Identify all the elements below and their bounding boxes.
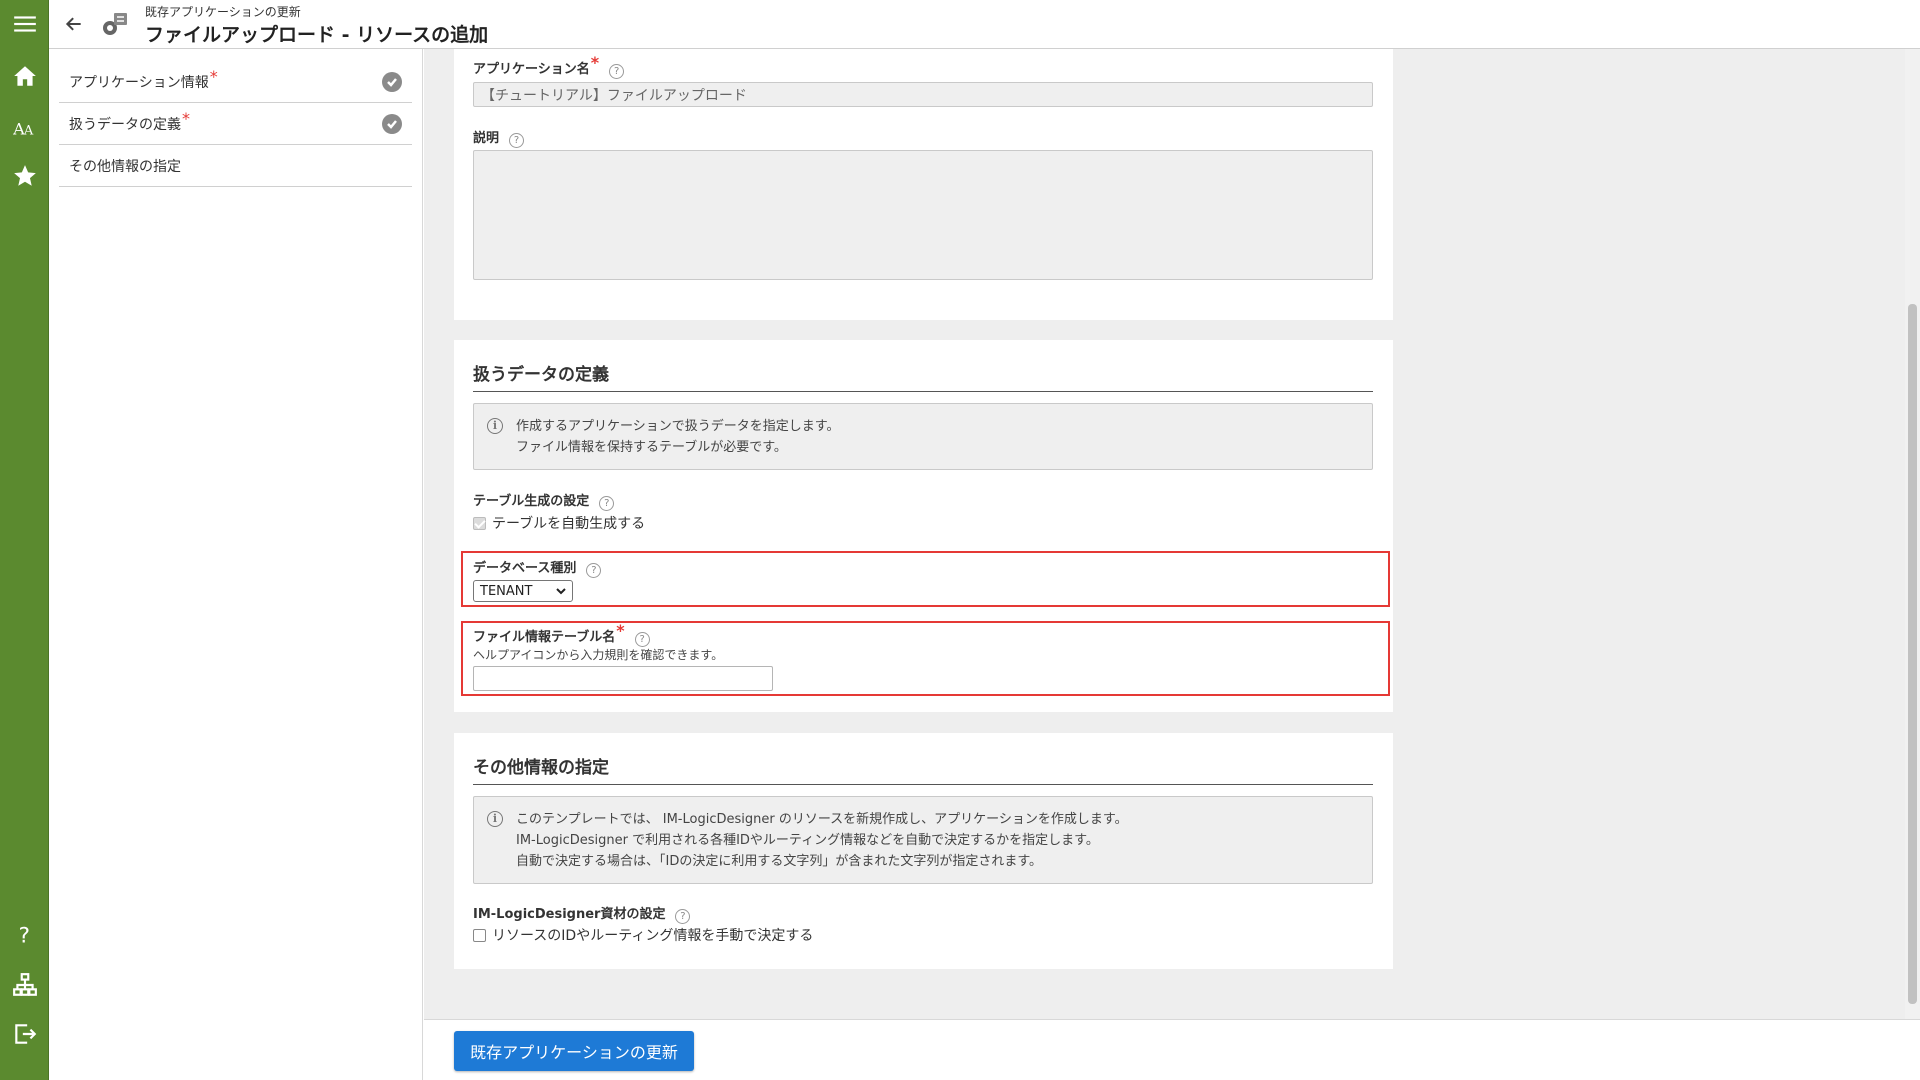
db-type-select[interactable]: TENANT <box>473 580 573 602</box>
page-subtitle: 既存アプリケーションの更新 <box>145 5 301 19</box>
app-name-field[interactable]: 【チュートリアル】ファイルアップロード <box>473 82 1373 107</box>
scrollbar-thumb[interactable] <box>1908 304 1917 1004</box>
nav-item-data-def[interactable]: 扱うデータの定義 * <box>59 103 412 145</box>
info-line: このテンプレートでは、 IM-LogicDesigner のリソースを新規作成し… <box>516 812 1128 827</box>
font-icon[interactable]: AA <box>0 107 49 147</box>
nav-item-label: 扱うデータの定義 <box>69 116 181 133</box>
table-gen-label: テーブル生成の設定? <box>473 490 615 511</box>
info-line: IM-LogicDesigner で利用される各種IDやルーティング情報などを自… <box>516 833 1099 848</box>
footer-bar: 既存アプリケーションの更新 <box>424 1019 1920 1080</box>
sitemap-icon[interactable] <box>0 965 49 1005</box>
chevron-down-icon <box>556 588 566 595</box>
svg-text:A: A <box>22 124 33 139</box>
description-label: 説明? <box>473 127 525 148</box>
data-def-info-box: i 作成するアプリケーションで扱うデータを指定します。 ファイル情報を保持するテ… <box>473 403 1373 470</box>
help-icon[interactable]: ? <box>0 914 49 954</box>
back-arrow-icon[interactable] <box>61 11 87 37</box>
info-line: ファイル情報を保持するテーブルが必要です。 <box>516 440 787 455</box>
section-nav: アプリケーション情報 * 扱うデータの定義 * その他情報の指定 <box>49 49 423 1080</box>
other-info-info-box: i このテンプレートでは、 IM-LogicDesigner のリソースを新規作… <box>473 796 1373 884</box>
help-icon[interactable]: ? <box>586 563 602 578</box>
check-circle-icon <box>382 72 402 92</box>
required-mark: * <box>209 67 218 86</box>
manual-checkbox[interactable] <box>473 928 486 942</box>
info-line: 自動で決定する場合は、「IDの決定に利用する文字列」が含まれた文字列が指定されま… <box>516 854 1043 869</box>
logic-designer-label: IM-LogicDesigner資材の設定? <box>473 903 691 924</box>
app-name-label: アプリケーション名*? <box>473 53 625 79</box>
help-icon[interactable]: ? <box>609 64 625 79</box>
auto-gen-label: テーブルを自動生成する <box>492 516 646 532</box>
file-table-hint: ヘルプアイコンから入力規則を確認できます。 <box>473 648 724 662</box>
file-table-input[interactable] <box>473 666 773 691</box>
info-line: 作成するアプリケーションで扱うデータを指定します。 <box>516 419 840 434</box>
nav-item-label: その他情報の指定 <box>69 158 181 175</box>
auto-gen-checkbox <box>473 516 486 530</box>
file-table-label: ファイル情報テーブル名*? <box>473 621 650 647</box>
star-icon[interactable] <box>0 156 49 196</box>
required-mark: * <box>182 109 190 128</box>
left-rail: AA ? <box>0 0 49 1080</box>
auto-gen-checkbox-row: テーブルを自動生成する <box>473 513 645 533</box>
nav-item-app-info[interactable]: アプリケーション情報 * <box>59 61 412 103</box>
vertical-scrollbar[interactable] <box>1905 49 1920 1019</box>
home-icon[interactable] <box>0 56 49 96</box>
page-header: 既存アプリケーションの更新 ファイルアップロード - リソースの追加 <box>49 0 1920 49</box>
menu-icon[interactable] <box>0 4 49 44</box>
manual-checkbox-row[interactable]: リソースのIDやルーティング情報を手動で決定する <box>473 925 813 945</box>
description-textarea[interactable] <box>473 150 1373 280</box>
other-info-section-title: その他情報の指定 <box>473 753 1373 785</box>
app-settings-icon <box>100 10 130 40</box>
svg-text:?: ? <box>18 924 29 947</box>
other-info-panel: その他情報の指定 i このテンプレートでは、 IM-LogicDesigner … <box>454 733 1393 969</box>
nav-item-other-info[interactable]: その他情報の指定 <box>59 145 412 187</box>
page-title: ファイルアップロード - リソースの追加 <box>145 24 489 46</box>
db-type-label: データベース種別? <box>473 557 602 578</box>
manual-checkbox-label: リソースのIDやルーティング情報を手動で決定する <box>492 928 814 944</box>
info-icon: i <box>487 418 503 434</box>
data-def-section-title: 扱うデータの定義 <box>473 360 1373 392</box>
update-app-button[interactable]: 既存アプリケーションの更新 <box>454 1031 694 1071</box>
help-icon[interactable]: ? <box>675 909 691 924</box>
help-icon[interactable]: ? <box>634 632 650 647</box>
nav-item-label: アプリケーション情報 <box>69 74 209 91</box>
help-icon[interactable]: ? <box>599 496 615 511</box>
main-content: アプリケーション名*? 【チュートリアル】ファイルアップロード 説明? 扱うデー… <box>424 49 1905 1019</box>
info-icon: i <box>487 811 503 827</box>
app-info-panel: アプリケーション名*? 【チュートリアル】ファイルアップロード 説明? <box>454 49 1393 320</box>
check-circle-icon <box>382 114 402 134</box>
help-icon[interactable]: ? <box>509 133 525 148</box>
logout-icon[interactable] <box>0 1014 49 1054</box>
data-def-panel: 扱うデータの定義 i 作成するアプリケーションで扱うデータを指定します。 ファイ… <box>454 340 1393 712</box>
